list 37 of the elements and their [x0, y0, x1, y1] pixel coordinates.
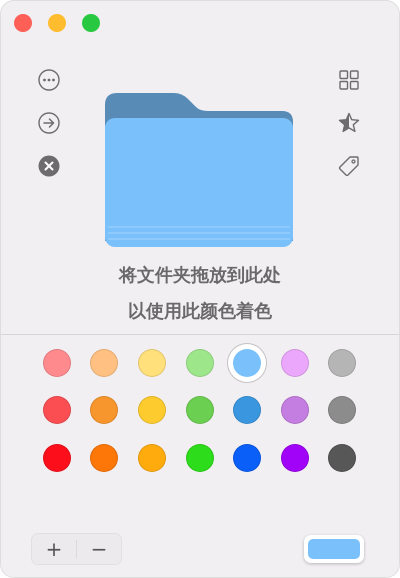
- color-swatch[interactable]: [90, 396, 118, 424]
- zoom-button[interactable]: [82, 14, 100, 32]
- color-swatch[interactable]: [138, 444, 166, 472]
- color-swatch[interactable]: [186, 396, 214, 424]
- drop-hint-text: 以使用此颜色着色: [127, 300, 273, 324]
- close-icon[interactable]: [38, 155, 60, 177]
- arrow-right-icon[interactable]: [38, 112, 60, 134]
- grid-icon[interactable]: [338, 69, 360, 91]
- color-swatch[interactable]: [233, 396, 262, 424]
- close-button[interactable]: [14, 14, 32, 32]
- color-swatch[interactable]: [328, 348, 356, 377]
- color-swatch[interactable]: [90, 444, 118, 472]
- color-well[interactable]: [304, 535, 364, 563]
- color-swatch[interactable]: [42, 348, 71, 377]
- minimize-button[interactable]: [48, 14, 66, 32]
- color-swatch[interactable]: [280, 444, 309, 472]
- color-swatch[interactable]: [42, 444, 71, 472]
- color-swatch[interactable]: [233, 444, 262, 472]
- color-swatch[interactable]: [138, 396, 166, 424]
- color-swatch[interactable]: [186, 444, 214, 472]
- color-swatch[interactable]: [328, 444, 356, 472]
- color-swatch[interactable]: [280, 348, 309, 377]
- drop-hint-text: 将文件夹拖放到此处: [117, 264, 282, 288]
- remove-button[interactable]: −: [77, 534, 121, 564]
- star-icon[interactable]: [338, 112, 360, 134]
- tag-icon[interactable]: [338, 155, 360, 177]
- more-icon[interactable]: [38, 69, 60, 91]
- color-swatch[interactable]: [233, 348, 262, 377]
- color-swatch[interactable]: [328, 396, 356, 424]
- color-swatch[interactable]: [42, 396, 71, 424]
- folder-icon: [104, 91, 294, 248]
- color-swatch[interactable]: [186, 348, 214, 377]
- add-button[interactable]: +: [32, 534, 76, 564]
- color-swatch[interactable]: [90, 348, 118, 377]
- color-sample: [308, 539, 360, 559]
- color-swatch[interactable]: [280, 396, 309, 424]
- color-swatch[interactable]: [138, 348, 166, 377]
